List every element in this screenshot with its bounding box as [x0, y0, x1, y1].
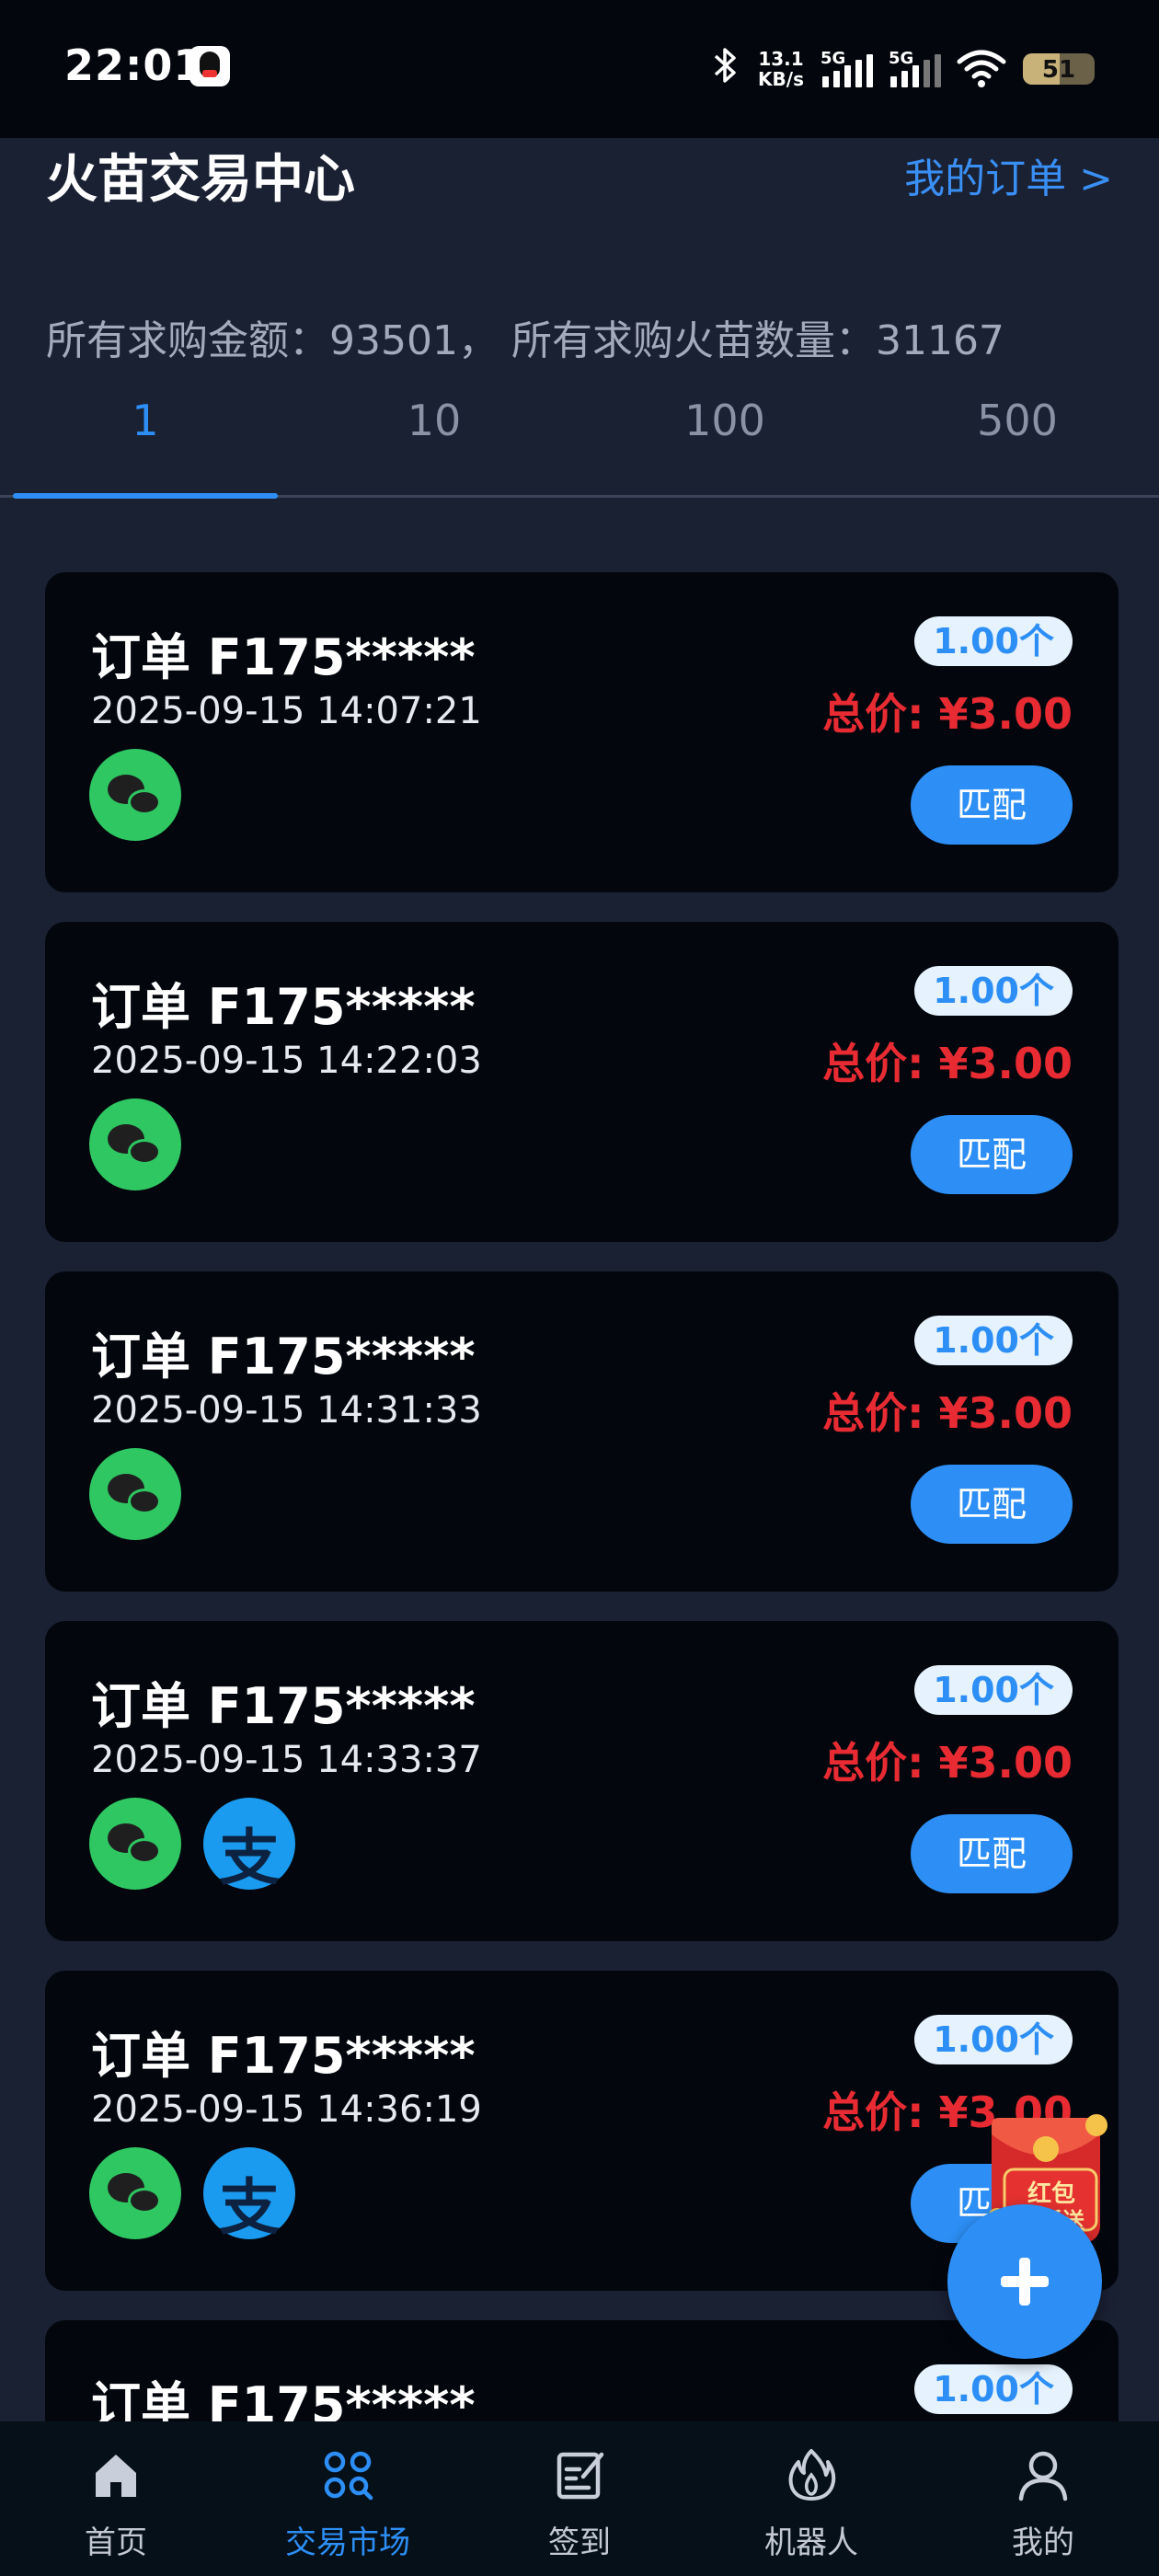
order-total: 总价: ¥3.00 [822, 1388, 1073, 1438]
nav-label: 交易市场 [285, 2524, 410, 2561]
nav-label: 首页 [85, 2524, 147, 2561]
market-icon [324, 2451, 373, 2501]
wechat-pay-icon [89, 1448, 181, 1540]
order-time: 2025-09-15 14:36:19 [91, 2088, 482, 2131]
match-button[interactable]: 匹配 [911, 765, 1073, 845]
net-speed: 13.1 KB/s [758, 49, 804, 89]
status-bar: 22:01 13.1 KB/s 5G 5G 51 [0, 0, 1159, 138]
status-time: 22:01 [64, 40, 204, 90]
payment-methods [89, 749, 181, 841]
match-button[interactable]: 匹配 [911, 1814, 1073, 1893]
order-time: 2025-09-15 14:07:21 [91, 690, 482, 732]
home-icon [96, 2455, 136, 2497]
signal-icon-2: 5G [889, 49, 941, 89]
quantity-badge: 1.00个 [914, 2364, 1073, 2414]
order-total: 总价: ¥3.00 [822, 689, 1073, 739]
add-order-button[interactable] [947, 2204, 1102, 2359]
payment-methods: 支 [89, 1798, 295, 1893]
net-speed-value: 13.1 [758, 48, 804, 70]
purchase-summary: 所有求购金额：93501， 所有求购火苗数量：31167 [46, 317, 1004, 364]
order-time: 2025-09-15 14:33:37 [91, 1739, 482, 1781]
order-card[interactable]: 订单 F175***** 2025-09-15 14:07:21 1.00个 总… [45, 572, 1119, 892]
nav-label: 机器人 [764, 2524, 858, 2561]
tab-1[interactable]: 1 [13, 396, 278, 445]
order-card[interactable]: 订单 F175***** 2025-09-15 14:33:37 1.00个 总… [45, 1621, 1119, 1941]
quantity-badge: 1.00个 [914, 1665, 1073, 1715]
order-title: 订单 F175***** [91, 978, 476, 1036]
quantity-badge: 1.00个 [914, 616, 1073, 666]
quantity-badge: 1.00个 [914, 966, 1073, 1016]
order-card[interactable]: 订单 F175***** 2025-09-15 14:22:03 1.00个 总… [45, 922, 1119, 1242]
nav-label: 签到 [548, 2524, 611, 2561]
my-orders-link[interactable]: 我的订单 > [904, 145, 1113, 204]
nav-checkin[interactable]: 签到 [464, 2421, 695, 2576]
signal-label-2: 5G [889, 49, 914, 68]
profile-icon [1018, 2451, 1068, 2501]
nav-profile[interactable]: 我的 [927, 2421, 1159, 2576]
status-icons: 13.1 KB/s 5G 5G 51 [710, 46, 1095, 92]
quantity-badge: 1.00个 [914, 1316, 1073, 1365]
payment-methods [89, 1098, 181, 1190]
order-title: 订单 F175***** [91, 1677, 476, 1735]
wechat-pay-icon [89, 1798, 181, 1890]
robot-flame-icon [788, 2449, 836, 2501]
quantity-tabs: 1 10 100 500 [0, 386, 1159, 499]
alipay-icon: 支 [203, 2147, 295, 2243]
order-total: 总价: ¥3.00 [822, 1039, 1073, 1088]
order-title: 订单 F175***** [91, 2027, 476, 2085]
order-time: 2025-09-15 14:31:33 [91, 1389, 482, 1432]
order-time: 2025-09-15 14:22:03 [91, 1040, 482, 1082]
tab-indicator [13, 493, 278, 499]
nav-market[interactable]: 交易市场 [232, 2421, 464, 2576]
qq-icon [189, 46, 230, 86]
net-speed-unit: KB/s [758, 68, 804, 90]
order-title: 订单 F175***** [91, 628, 476, 686]
tab-100[interactable]: 100 [592, 396, 857, 445]
bottom-nav: 首页 交易市场 签到 机器人 我的 [0, 2421, 1159, 2576]
wechat-pay-icon [89, 1098, 181, 1190]
checkin-icon [557, 2452, 604, 2500]
match-button[interactable]: 匹配 [911, 1465, 1073, 1544]
wechat-pay-icon [89, 749, 181, 841]
bluetooth-icon [710, 45, 741, 94]
nav-label: 我的 [1012, 2524, 1074, 2561]
order-title: 订单 F175***** [91, 1328, 476, 1386]
payment-methods: 支 [89, 2147, 295, 2243]
wifi-icon [957, 49, 1006, 89]
tab-10[interactable]: 10 [302, 396, 567, 445]
battery-icon: 51 [1023, 53, 1095, 85]
signal-label: 5G [820, 49, 846, 68]
page-title: 火苗交易中心 [46, 150, 355, 210]
payment-methods [89, 1448, 181, 1540]
alipay-icon: 支 [203, 1798, 295, 1893]
order-card[interactable]: 订单 F175***** 2025-09-15 14:31:33 1.00个 总… [45, 1271, 1119, 1592]
signal-icon: 5G [820, 49, 873, 89]
nav-home[interactable]: 首页 [0, 2421, 232, 2576]
quantity-badge: 1.00个 [914, 2015, 1073, 2064]
tab-500[interactable]: 500 [885, 396, 1150, 445]
wechat-pay-icon [89, 2147, 181, 2239]
battery-level: 51 [1041, 56, 1076, 84]
order-total: 总价: ¥3.00 [822, 1738, 1073, 1788]
match-button[interactable]: 匹配 [911, 1115, 1073, 1194]
nav-robot[interactable]: 机器人 [695, 2421, 927, 2576]
